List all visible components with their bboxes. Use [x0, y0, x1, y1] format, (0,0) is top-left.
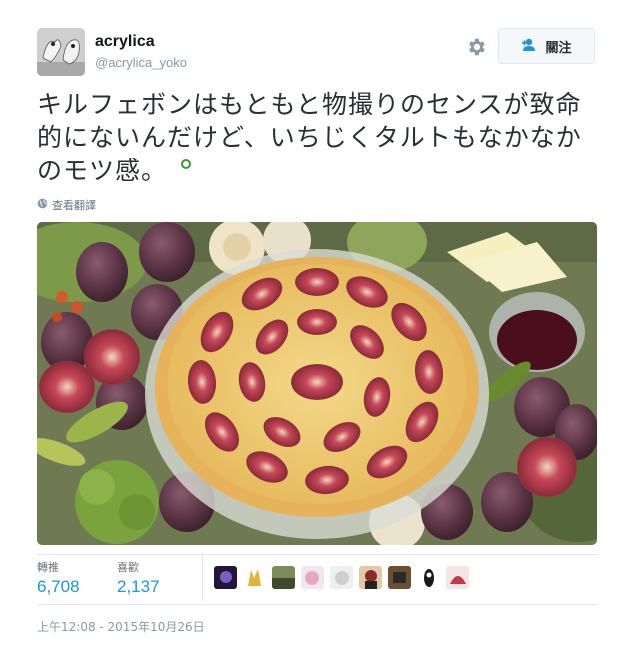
liker-avatar[interactable]	[417, 566, 440, 589]
translate-link[interactable]: 查看翻譯	[37, 197, 96, 213]
tweet-text: キルフェボンはもともと物撮りのセンスが致命 的にないんだけど、いちじくタルトもな…	[37, 88, 597, 187]
follow-button[interactable]: 關注	[498, 28, 595, 64]
tweet-text-line: キルフェボンはもともと物撮りのセンスが致命	[37, 90, 582, 119]
liker-avatar[interactable]	[388, 566, 411, 589]
liker-avatar[interactable]	[330, 566, 353, 589]
retweets-stat[interactable]: 轉推 6,708	[37, 559, 80, 597]
divider	[37, 604, 597, 605]
retweets-count[interactable]: 6,708	[37, 577, 80, 597]
liker-avatar[interactable]	[301, 566, 324, 589]
liker-avatar[interactable]	[359, 566, 382, 589]
display-name[interactable]: acrylica	[95, 33, 155, 51]
tweet-text-line: 的にないんだけど、いちじくタルトもなかなか	[37, 123, 582, 152]
liker-avatars	[214, 566, 469, 589]
liker-avatar[interactable]	[446, 566, 469, 589]
tweet-stats: 轉推 6,708 喜歡 2,137	[37, 555, 597, 601]
avatar[interactable]	[37, 28, 85, 76]
globe-icon	[37, 198, 48, 212]
gear-icon[interactable]	[465, 36, 487, 58]
emoji-icon	[181, 159, 192, 169]
likes-stat[interactable]: 喜歡 2,137	[117, 559, 160, 597]
translate-label: 查看翻譯	[52, 199, 96, 212]
tweet-text-line: のモツ感。	[37, 154, 597, 187]
liker-avatar[interactable]	[272, 566, 295, 589]
tweet-photo[interactable]	[37, 222, 597, 545]
likes-count[interactable]: 2,137	[117, 577, 160, 597]
retweets-label: 轉推	[37, 561, 59, 574]
add-user-icon	[521, 37, 539, 56]
liker-avatar[interactable]	[243, 566, 266, 589]
likes-label: 喜歡	[117, 561, 139, 574]
liker-avatar[interactable]	[214, 566, 237, 589]
user-handle[interactable]: @acrylica_yoko	[95, 55, 187, 70]
follow-button-label: 關注	[545, 40, 572, 56]
tweet-timestamp[interactable]: 上午12:08 - 2015年10月26日	[37, 618, 205, 635]
divider	[202, 555, 203, 601]
divider	[37, 554, 597, 555]
